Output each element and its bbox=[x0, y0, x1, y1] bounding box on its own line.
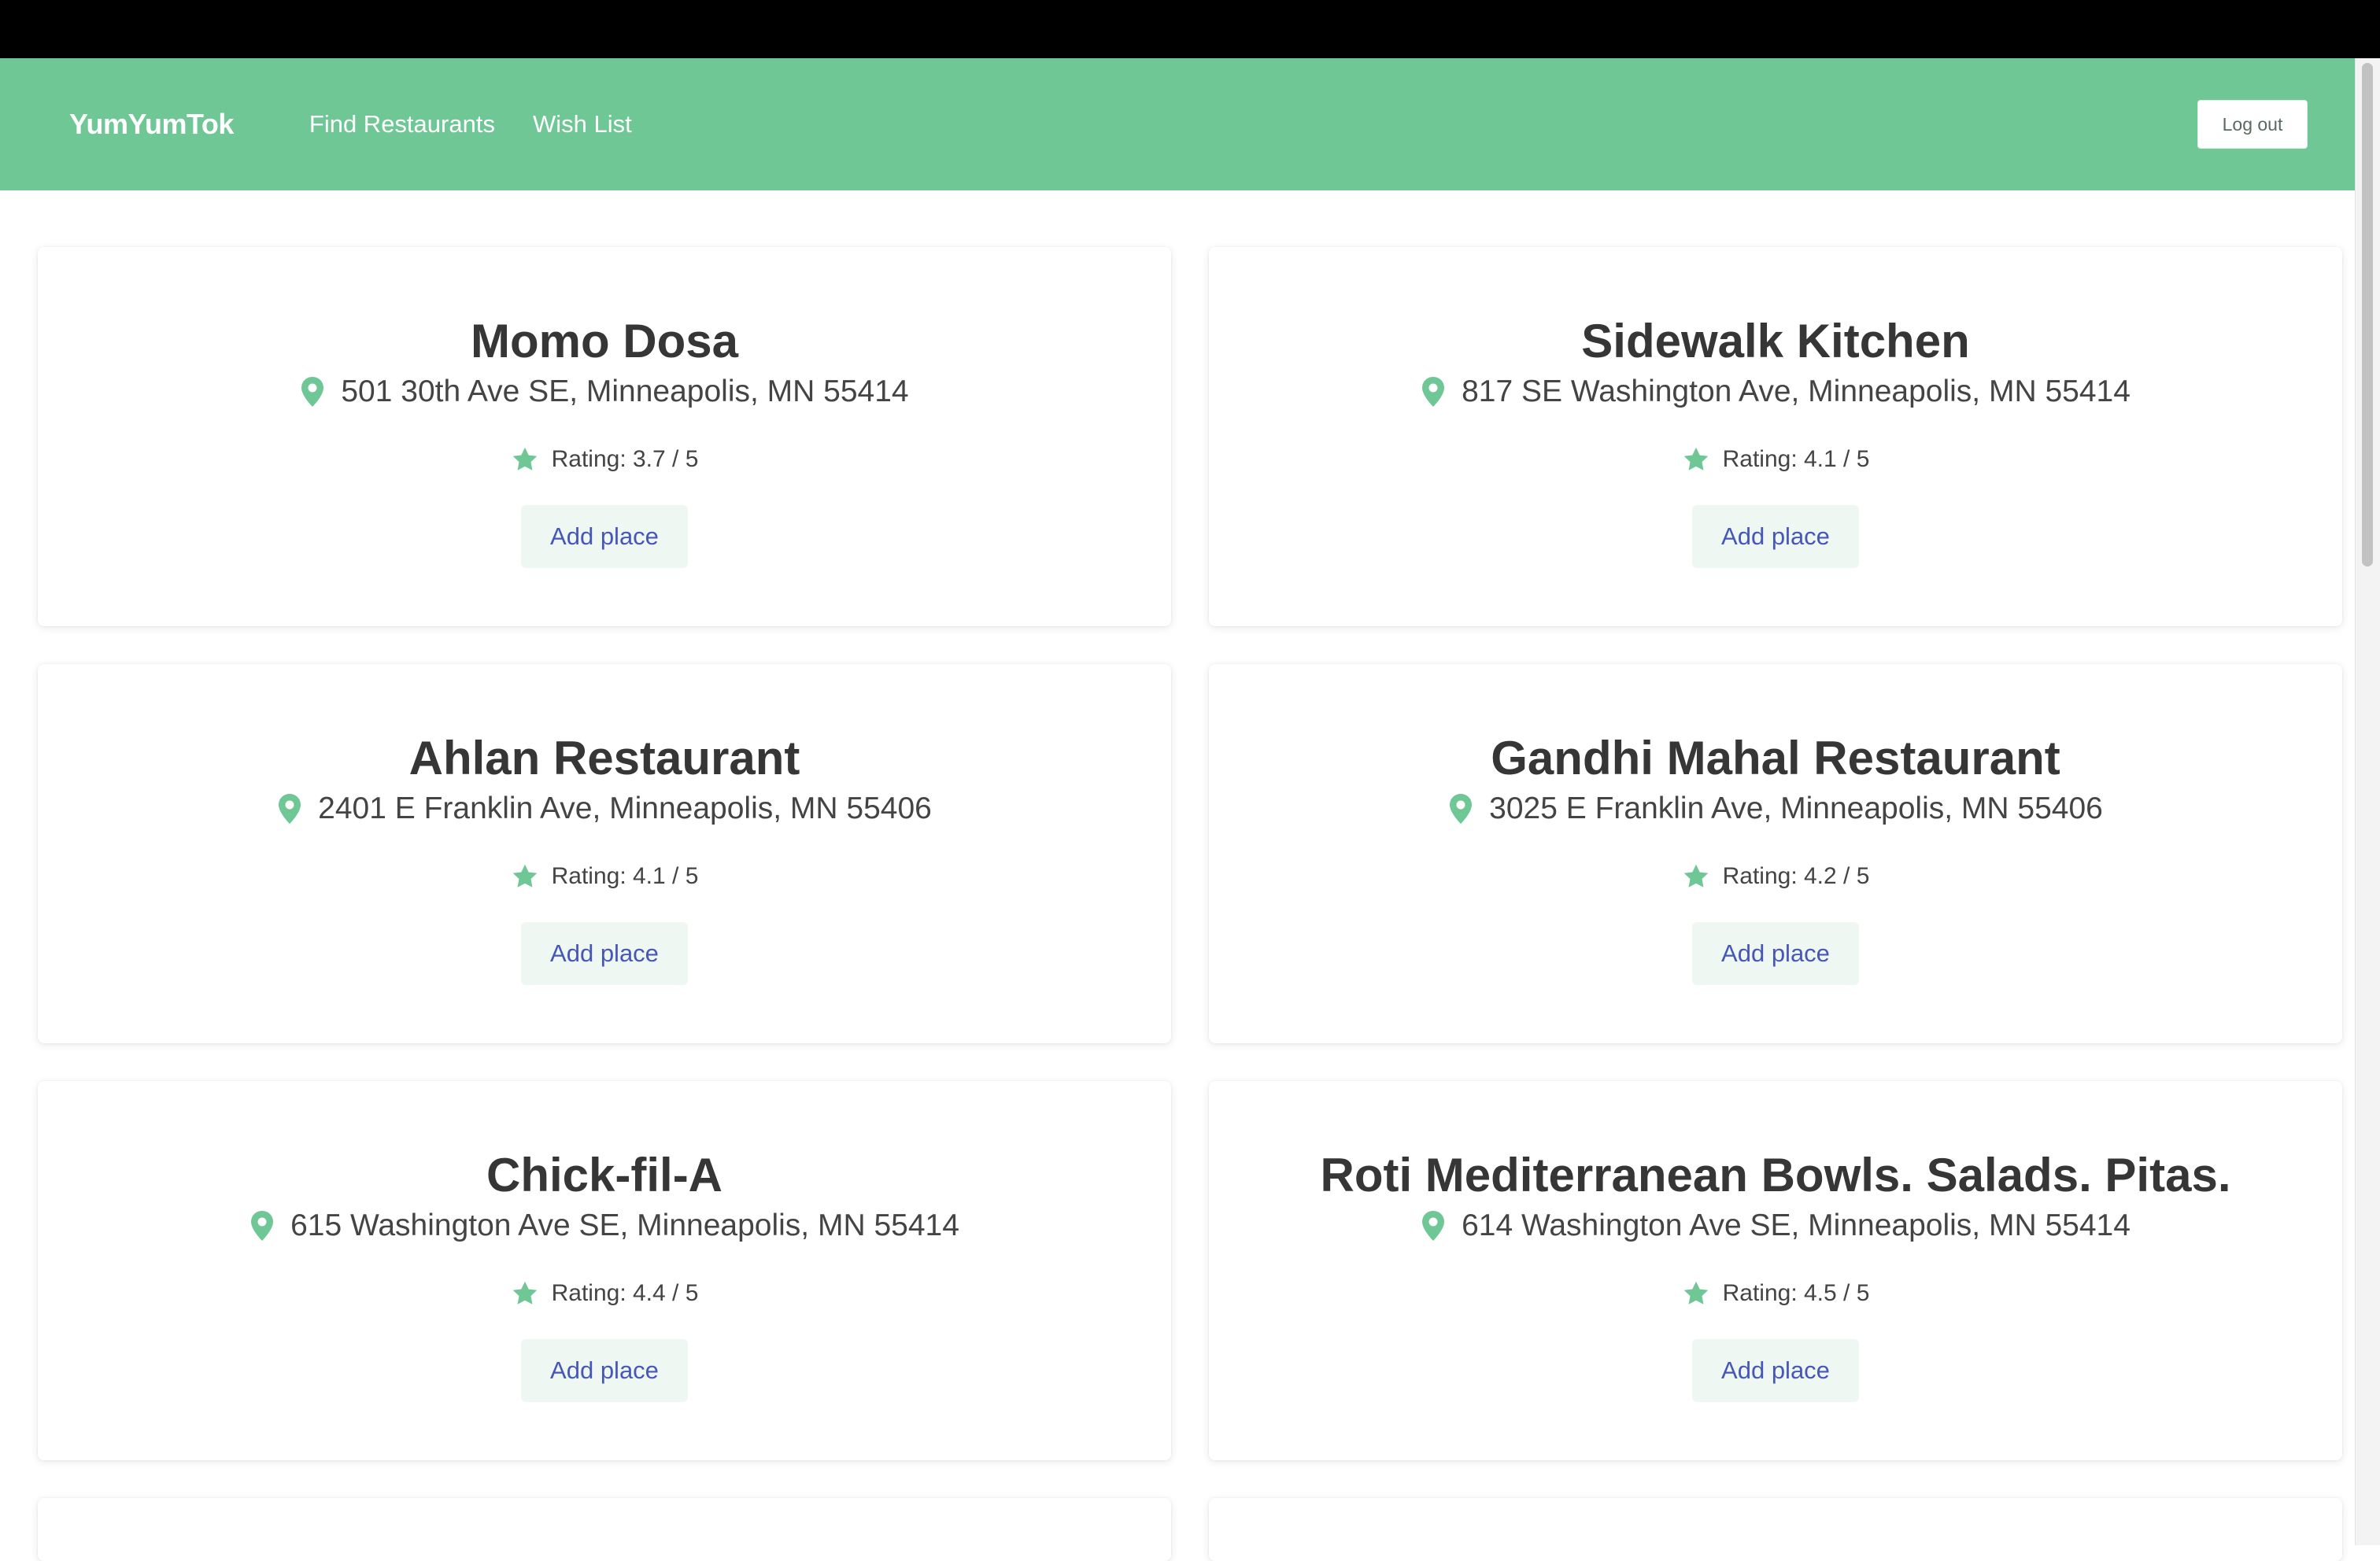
restaurant-card: Chick-fil-A 615 Washington Ave SE, Minne… bbox=[38, 1081, 1171, 1460]
restaurant-rating: Rating: 4.2 / 5 bbox=[1682, 862, 1870, 891]
restaurant-card: Momo Dosa 501 30th Ave SE, Minneapolis, … bbox=[38, 247, 1171, 626]
restaurant-name: Sidewalk Kitchen bbox=[1581, 315, 1970, 367]
map-pin-icon bbox=[249, 1210, 275, 1242]
map-pin-icon bbox=[1421, 376, 1446, 408]
address-text: 817 SE Washington Ave, Minneapolis, MN 5… bbox=[1462, 375, 2131, 408]
address-text: 2401 E Franklin Ave, Minneapolis, MN 554… bbox=[318, 792, 932, 825]
map-pin-icon bbox=[1421, 1210, 1446, 1242]
restaurant-grid: Momo Dosa 501 30th Ave SE, Minneapolis, … bbox=[38, 247, 2342, 1561]
restaurant-card: Sidewalk Kitchen 817 SE Washington Ave, … bbox=[1209, 247, 2342, 626]
restaurant-card: Ahlan Restaurant 2401 E Franklin Ave, Mi… bbox=[38, 664, 1171, 1043]
restaurant-card-partial bbox=[1209, 1498, 2342, 1561]
restaurant-address: 817 SE Washington Ave, Minneapolis, MN 5… bbox=[1421, 375, 2131, 409]
window-top-bar bbox=[0, 0, 2380, 58]
restaurant-address: 615 Washington Ave SE, Minneapolis, MN 5… bbox=[249, 1209, 959, 1243]
restaurant-name: Roti Mediterranean Bowls. Salads. Pitas. bbox=[1320, 1149, 2231, 1201]
star-icon bbox=[1682, 445, 1710, 474]
restaurant-address: 2401 E Franklin Ave, Minneapolis, MN 554… bbox=[277, 792, 932, 826]
rating-text: Rating: 4.4 / 5 bbox=[551, 1280, 699, 1306]
add-place-button[interactable]: Add place bbox=[521, 922, 688, 985]
rating-text: Rating: 3.7 / 5 bbox=[551, 446, 699, 472]
rating-text: Rating: 4.5 / 5 bbox=[1722, 1280, 1870, 1306]
rating-text: Rating: 4.2 / 5 bbox=[1722, 863, 1870, 889]
rating-text: Rating: 4.1 / 5 bbox=[551, 863, 699, 889]
restaurant-name: Ahlan Restaurant bbox=[408, 732, 800, 784]
star-icon bbox=[1682, 862, 1710, 891]
logout-button[interactable]: Log out bbox=[2197, 100, 2308, 149]
star-icon bbox=[511, 1279, 539, 1308]
add-place-button[interactable]: Add place bbox=[1692, 922, 1859, 985]
restaurant-name: Momo Dosa bbox=[470, 315, 739, 367]
restaurant-address: 501 30th Ave SE, Minneapolis, MN 55414 bbox=[300, 375, 909, 409]
restaurant-card-partial bbox=[38, 1498, 1171, 1561]
address-text: 501 30th Ave SE, Minneapolis, MN 55414 bbox=[341, 375, 909, 408]
restaurant-address: 3025 E Franklin Ave, Minneapolis, MN 554… bbox=[1448, 792, 2103, 826]
nav-wish-list[interactable]: Wish List bbox=[533, 110, 632, 138]
map-pin-icon bbox=[300, 376, 325, 408]
add-place-button[interactable]: Add place bbox=[1692, 1339, 1859, 1402]
page-scrollbar[interactable] bbox=[2355, 58, 2380, 1545]
brand-logo[interactable]: YumYumTok bbox=[69, 108, 234, 141]
star-icon bbox=[511, 862, 539, 891]
restaurant-rating: Rating: 4.1 / 5 bbox=[1682, 445, 1870, 474]
star-icon bbox=[1682, 1279, 1710, 1308]
address-text: 3025 E Franklin Ave, Minneapolis, MN 554… bbox=[1489, 792, 2103, 825]
scrollbar-thumb[interactable] bbox=[2362, 63, 2373, 566]
restaurant-name: Chick-fil-A bbox=[486, 1149, 722, 1201]
restaurant-rating: Rating: 4.1 / 5 bbox=[511, 862, 699, 891]
restaurant-address: 614 Washington Ave SE, Minneapolis, MN 5… bbox=[1421, 1209, 2131, 1243]
address-text: 614 Washington Ave SE, Minneapolis, MN 5… bbox=[1462, 1209, 2131, 1242]
map-pin-icon bbox=[1448, 793, 1473, 825]
restaurant-card: Gandhi Mahal Restaurant 3025 E Franklin … bbox=[1209, 664, 2342, 1043]
add-place-button[interactable]: Add place bbox=[521, 1339, 688, 1402]
navbar: YumYumTok Find Restaurants Wish List Log… bbox=[0, 58, 2355, 190]
restaurant-rating: Rating: 4.5 / 5 bbox=[1682, 1279, 1870, 1308]
map-pin-icon bbox=[277, 793, 302, 825]
address-text: 615 Washington Ave SE, Minneapolis, MN 5… bbox=[290, 1209, 959, 1242]
star-icon bbox=[511, 445, 539, 474]
rating-text: Rating: 4.1 / 5 bbox=[1722, 446, 1870, 472]
add-place-button[interactable]: Add place bbox=[1692, 505, 1859, 568]
add-place-button[interactable]: Add place bbox=[521, 505, 688, 568]
restaurant-rating: Rating: 4.4 / 5 bbox=[511, 1279, 699, 1308]
restaurant-rating: Rating: 3.7 / 5 bbox=[511, 445, 699, 474]
restaurant-card: Roti Mediterranean Bowls. Salads. Pitas.… bbox=[1209, 1081, 2342, 1460]
nav-find-restaurants[interactable]: Find Restaurants bbox=[309, 110, 495, 138]
restaurant-name: Gandhi Mahal Restaurant bbox=[1491, 732, 2060, 784]
